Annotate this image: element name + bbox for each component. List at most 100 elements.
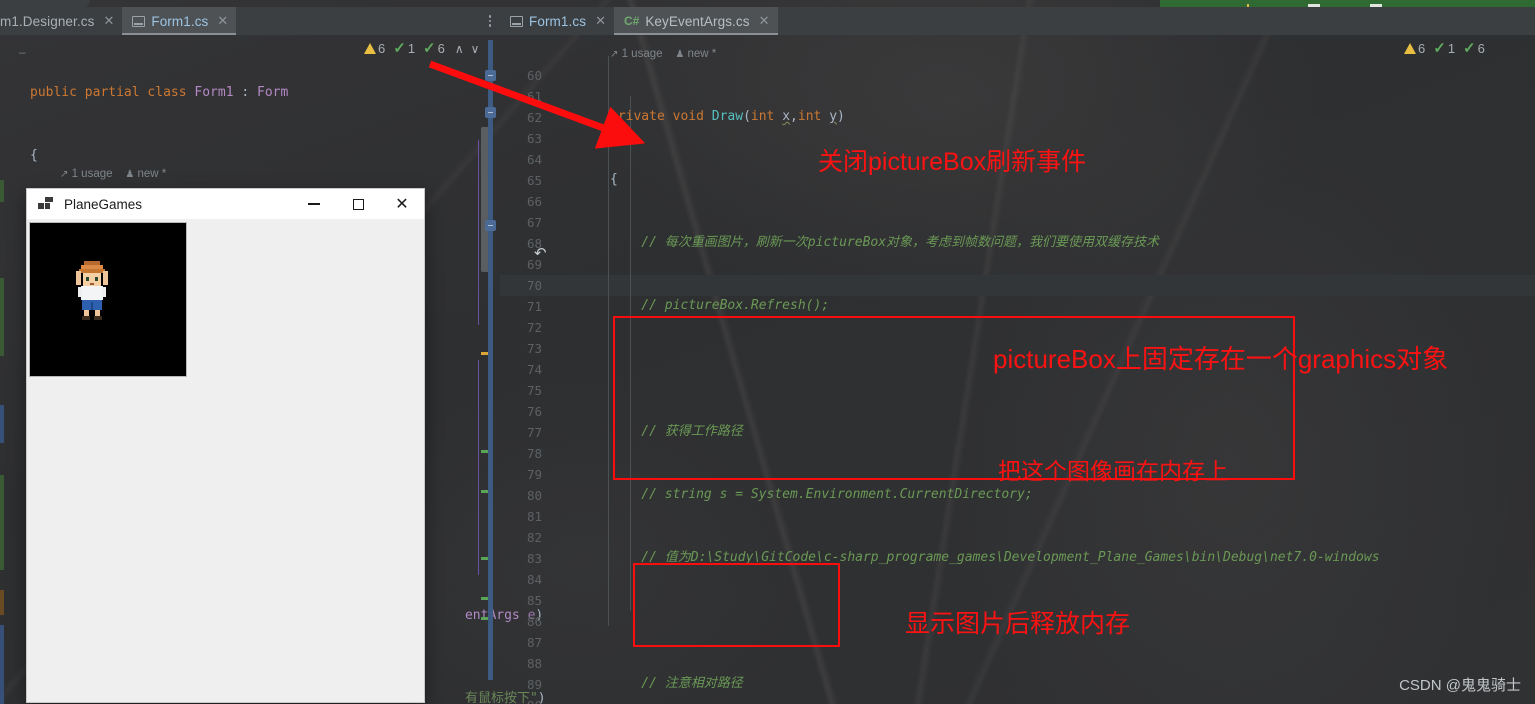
inspection-widget-right[interactable]: 6 ✓ 1 ✓ 6 [1404,41,1490,56]
close-icon[interactable]: ✕ [759,13,770,29]
csdn-watermark: CSDN @鬼鬼骑士 [1399,677,1521,694]
usage-author: new * [687,48,717,60]
line-number: 65 [526,173,542,188]
code-line: ─ public partial class Form1 : Form [19,47,289,100]
line-number: 89 [526,677,542,692]
line-number: 73 [526,341,542,356]
author-icon: ♟ [675,49,685,60]
window-titlebar[interactable]: PlaneGames ✕ [27,189,424,220]
next-problem-icon[interactable]: ∨ [469,42,482,56]
weak-warning-count: 6 [437,41,445,56]
close-icon[interactable]: ✕ [595,13,606,29]
screen: m1.Designer.cs ✕ Form1.cs ✕ 6 ✓ 1 ✓ 6 ∧ … [0,0,1535,704]
line-number: 88 [526,656,542,671]
annotation-text-graphics: pictureBox上固定存在一个graphics对象 [993,344,1449,374]
fold-notch-icon[interactable] [485,70,496,81]
fold-notch-icon[interactable] [485,107,496,118]
vcs-change-markers-left[interactable] [0,35,4,704]
code-line-62: // 每次重画图片，刷新一次pictureBox对象，考虑到帧数问题，我们要使用… [610,235,1160,250]
line-number: 71 [526,299,542,314]
marker-column-right[interactable] [1522,35,1531,704]
line-number: 74 [526,362,542,377]
tab-label: KeyEventArgs.cs [645,13,750,29]
line-number: 77 [526,425,542,440]
check-wave-icon: ✓ [1463,40,1476,57]
tabbar-right: Form1.cs ✕ C# KeyEventArgs.cs ✕ [500,7,1535,35]
line-number: 83 [526,551,542,566]
usage-author: new * [137,168,167,180]
code-line-66: // string s = System.Environment.Current… [610,487,1033,502]
tab-form1-cs-right[interactable]: Form1.cs ✕ [500,7,614,35]
tab-form1-cs[interactable]: Form1.cs ✕ [122,7,237,35]
tab-label: m1.Designer.cs [0,13,95,29]
picturebox-canvas[interactable] [29,222,187,377]
code-line-60: private void Draw(int x,int y) [610,109,845,124]
ok-group[interactable]: ✓ 1 [393,41,415,56]
line-number: 76 [526,404,542,419]
usage-hint-left[interactable]: ↗ 1 usage ♟ new * [60,168,166,180]
window-title: PlaneGames [64,196,143,212]
fold-notch-icon[interactable] [485,220,496,231]
line-number: 85 [526,593,542,608]
revert-change-icon[interactable]: ↶ [534,244,547,262]
author-icon: ♟ [125,169,135,180]
tab-label: Form1.cs [529,13,587,29]
line-number: 61 [526,89,542,104]
line-number: 80 [526,488,542,503]
weak-warning-group[interactable]: ✓ 6 [1463,41,1485,56]
line-number: 72 [526,320,542,335]
warning-group[interactable]: 6 [364,41,385,56]
indent-guide [478,140,479,325]
usage-arrow-icon: ↗ [60,169,69,180]
code-line-63: // pictureBox.Refresh(); [610,298,830,313]
indent-guide [478,360,479,575]
check-icon: ✓ [1433,40,1446,57]
ok-group[interactable]: ✓ 1 [1433,41,1455,56]
tab-keyeventargs-cs[interactable]: C# KeyEventArgs.cs ✕ [613,7,778,35]
more-options-icon[interactable] [480,7,501,35]
line-number: 82 [526,530,542,545]
weak-warning-group[interactable]: ✓ 6 [423,41,445,56]
close-icon[interactable]: ✕ [380,189,424,219]
line-number-gutter-right[interactable]: 60 61 62 63 64 65 66 67 68 69 70 71 72 7… [500,35,554,704]
usage-arrow-icon: ↗ [610,49,619,60]
close-icon[interactable]: ✕ [217,13,228,29]
line-number: 75 [526,383,542,398]
line-number: 78 [526,446,542,461]
line-number: 86 [526,614,542,629]
warning-count: 6 [1418,41,1426,56]
usage-hint-right[interactable]: ↗ 1 usage ♟ new * [610,48,716,60]
line-number: 87 [526,635,542,650]
planegames-window[interactable]: PlaneGames ✕ [27,189,424,702]
annotation-text-memory: 把这个图像画在内存上 [998,458,1228,484]
code-line: { [30,148,38,163]
prev-problem-icon[interactable]: ∧ [453,42,466,56]
check-icon: ✓ [393,40,406,57]
weak-warning-count: 6 [1477,41,1485,56]
warning-group[interactable]: 6 [1404,41,1425,56]
form-designer-icon [510,15,523,27]
tabbar-left: m1.Designer.cs ✕ Form1.cs ✕ [0,7,500,35]
app-window-icon [38,197,54,211]
tab-form1-designer[interactable]: m1.Designer.cs ✕ [0,7,122,35]
minimize-icon[interactable] [292,189,336,219]
character-sprite [74,261,118,321]
code-line-69: // 注意相对路径 [610,676,743,691]
line-number: 70 [526,278,542,293]
line-number: 79 [526,467,542,482]
annotation-text-release: 显示图片后释放内存 [905,610,1131,638]
close-icon[interactable]: ✕ [103,13,114,29]
line-number: 64 [526,152,542,167]
warning-triangle-icon [364,43,376,54]
line-number: 66 [526,194,542,209]
warning-count: 6 [378,41,386,56]
ok-count: 1 [1447,41,1456,56]
line-number: 62 [526,110,542,125]
line-number: 84 [526,572,542,587]
annotation-text-refresh: 关闭pictureBox刷新事件 [818,148,1087,176]
usage-count: 1 usage [71,168,113,180]
structure-indicator-bar [485,40,496,680]
maximize-icon[interactable] [336,189,380,219]
inspection-widget-left[interactable]: 6 ✓ 1 ✓ 6 ∧ ∨ [364,41,481,56]
form-designer-icon [132,15,146,27]
